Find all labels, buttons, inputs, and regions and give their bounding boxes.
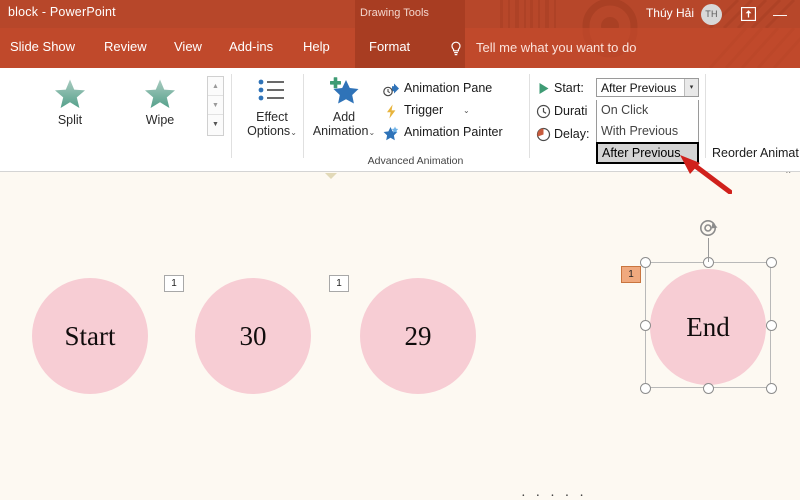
gallery-item-wipe[interactable]: Wipe xyxy=(125,78,195,127)
start-value: After Previous xyxy=(601,81,677,95)
add-animation-label-1: Add xyxy=(332,110,356,124)
shape-start-label: Start xyxy=(64,321,116,351)
tell-me-input[interactable]: Tell me what you want to do xyxy=(476,40,636,55)
delay-label: Delay: xyxy=(554,127,590,141)
title-bar: block - PowerPoint Drawing Tools Thúy Hả… xyxy=(0,0,800,28)
play-triangle-icon xyxy=(539,83,549,94)
chevron-down-icon: ⌄ xyxy=(290,128,297,137)
gallery-more-button[interactable]: ▼ xyxy=(208,115,223,134)
selection-frame xyxy=(645,262,771,388)
chevron-down-icon: ⌄ xyxy=(368,128,376,137)
add-star-icon xyxy=(330,77,359,104)
avatar[interactable]: TH xyxy=(701,4,722,25)
clock-icon xyxy=(536,104,551,119)
tab-view[interactable]: View xyxy=(174,39,202,59)
ellipsis-dots: · · · · · · · · · · xyxy=(521,489,588,500)
handle-bottom-right[interactable] xyxy=(766,383,777,394)
add-animation-label-2: Animation xyxy=(312,124,369,138)
gallery-scroll-buttons[interactable]: ▲ ▼ ▼ xyxy=(207,76,224,136)
tab-add-ins[interactable]: Add-ins xyxy=(229,39,273,59)
duration-label-row: Durati xyxy=(536,101,596,122)
handle-middle-left[interactable] xyxy=(640,320,651,331)
tab-help[interactable]: Help xyxy=(303,39,330,59)
add-animation-button[interactable]: Add Animation⌄ xyxy=(305,74,383,140)
animation-pane-icon xyxy=(383,83,399,97)
animation-painter-icon xyxy=(383,126,399,141)
dropdown-option-on-click[interactable]: On Click xyxy=(597,100,698,121)
bullet-list-icon xyxy=(258,79,284,101)
animation-badge-start[interactable]: 1 xyxy=(164,275,184,292)
animation-badge-30[interactable]: 1 xyxy=(329,275,349,292)
share-icon[interactable] xyxy=(741,7,756,21)
handle-bottom-center[interactable] xyxy=(703,383,714,394)
contextual-tab-title-band: Drawing Tools xyxy=(355,0,465,28)
handle-top-right[interactable] xyxy=(766,257,777,268)
gallery-item-split-label: Split xyxy=(57,113,83,127)
handle-bottom-left[interactable] xyxy=(640,383,651,394)
star-effect-icon xyxy=(55,79,85,108)
animation-pane-label: Animation Pane xyxy=(404,81,493,95)
handle-middle-right[interactable] xyxy=(766,320,777,331)
advanced-animation-group-label: Advanced Animation xyxy=(367,155,464,167)
tab-review[interactable]: Review xyxy=(104,39,147,59)
contextual-tab-title-label: Drawing Tools xyxy=(360,7,429,19)
start-combo[interactable]: After Previous ▾ xyxy=(596,78,699,97)
animation-painter-label: Animation Painter xyxy=(404,125,503,139)
trigger-lightning-icon xyxy=(387,104,396,119)
duration-label: Durati xyxy=(554,104,588,118)
handle-top-left[interactable] xyxy=(640,257,651,268)
effect-options-label-1: Effect xyxy=(256,110,288,124)
shape-29-label: 29 xyxy=(404,321,432,351)
red-arrow-annotation xyxy=(680,155,732,194)
user-name: Thúy Hải xyxy=(645,6,694,20)
trigger-label: Trigger xyxy=(404,103,444,117)
start-label: Start: xyxy=(554,81,584,95)
start-label-row: Start: xyxy=(536,78,596,99)
document-title: block - PowerPoint xyxy=(8,5,116,19)
ribbon-tabs-bar: Slide Show Review View Add-ins Help Form… xyxy=(0,28,800,68)
slide-top-marker xyxy=(325,173,337,179)
powerpoint-window: block - PowerPoint Drawing Tools Thúy Hả… xyxy=(0,0,800,500)
delay-label-row: Delay: xyxy=(536,124,596,145)
animation-badge-end[interactable]: 1 xyxy=(621,266,641,283)
rotate-handle-icon[interactable] xyxy=(698,218,719,239)
shape-29[interactable]: 29 xyxy=(360,278,476,394)
effect-options-button[interactable]: Effect Options⌄ xyxy=(233,74,311,140)
gallery-scroll-down-button[interactable]: ▼ xyxy=(208,96,223,115)
star-effect-icon xyxy=(145,79,175,108)
shape-30-label: 30 xyxy=(239,321,267,351)
gallery-scroll-up-button[interactable]: ▲ xyxy=(208,77,223,96)
rotate-handle-stem xyxy=(708,238,709,262)
slide-canvas[interactable]: Start 1 30 1 29 · · · · · · · · · · End … xyxy=(0,173,800,500)
tab-slide-show[interactable]: Slide Show xyxy=(10,39,75,59)
chevron-down-icon: ⌄ xyxy=(463,106,470,115)
gallery-item-wipe-label: Wipe xyxy=(145,113,175,127)
shape-start[interactable]: Start xyxy=(32,278,148,394)
chevron-down-icon[interactable]: ▾ xyxy=(684,79,698,96)
gallery-item-split[interactable]: Split xyxy=(35,78,105,127)
lightbulb-icon xyxy=(451,41,461,56)
delay-clock-icon xyxy=(536,127,551,142)
minimize-button[interactable]: — xyxy=(768,3,792,25)
effect-options-label-2: Options xyxy=(247,124,291,138)
tab-format-label: Format xyxy=(369,39,411,54)
dropdown-option-with-previous[interactable]: With Previous xyxy=(597,121,698,142)
shape-30[interactable]: 30 xyxy=(195,278,311,394)
